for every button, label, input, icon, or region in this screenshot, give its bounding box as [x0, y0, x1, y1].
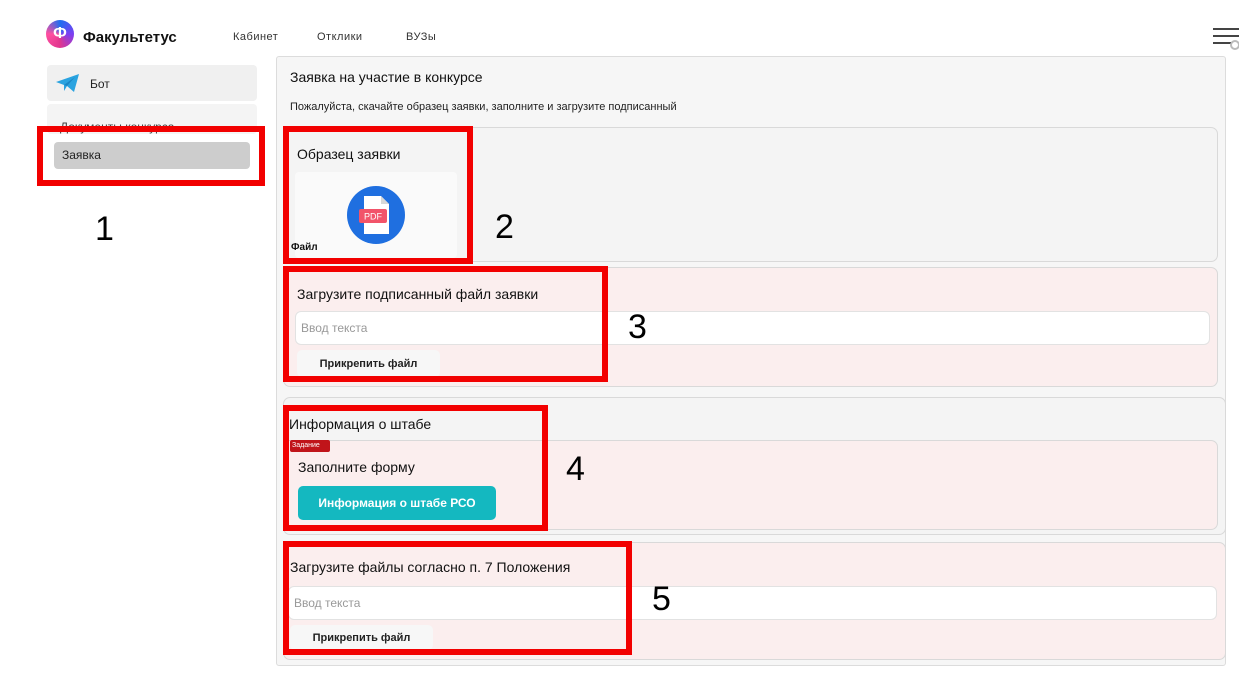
brand-logo-icon[interactable]: Ф — [46, 20, 74, 48]
annotation-number-2: 2 — [495, 208, 514, 246]
sidebar-item-label: Бот — [90, 77, 110, 91]
sidebar-item-bot[interactable]: Бот — [47, 65, 257, 101]
gear-icon — [1230, 40, 1239, 50]
nav-link-responses[interactable]: Отклики — [317, 31, 363, 43]
page-subtitle: Пожалуйста, скачайте образец заявки, зап… — [290, 101, 677, 113]
annotation-box-3 — [283, 266, 608, 382]
logo-letter: Ф — [53, 25, 67, 42]
annotation-box-2 — [283, 126, 473, 264]
nav-link-universities[interactable]: ВУЗы — [406, 31, 436, 43]
brand-name[interactable]: Факультетус — [83, 29, 177, 46]
annotation-number-5: 5 — [652, 580, 671, 618]
telegram-icon — [56, 74, 79, 92]
top-bar: Ф Факультетус Кабинет Отклики ВУЗы — [0, 0, 1239, 60]
annotation-box-4 — [283, 405, 548, 531]
page-title: Заявка на участие в конкурсе — [290, 69, 483, 85]
annotation-box-1 — [37, 126, 265, 186]
annotation-number-1: 1 — [95, 210, 114, 248]
nav-link-cabinet[interactable]: Кабинет — [233, 31, 278, 43]
annotation-number-3: 3 — [628, 308, 647, 346]
annotation-box-5 — [283, 541, 632, 655]
annotation-number-4: 4 — [566, 450, 585, 488]
